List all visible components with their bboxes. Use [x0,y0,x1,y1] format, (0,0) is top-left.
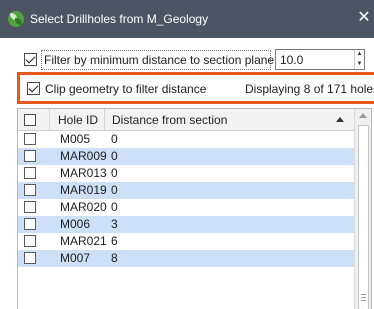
row-checkbox[interactable] [24,218,36,230]
table-row[interactable]: MAR020 0 [18,199,354,216]
distance-cell: 0 [111,132,118,146]
vertical-scrollbar[interactable] [354,109,371,309]
close-icon[interactable]: ✕ [356,9,372,27]
sort-ascending-icon [336,117,344,122]
hole-id-cell: MAR009 [60,149,107,163]
distance-cell: 0 [111,183,118,197]
hole-id-cell: M005 [60,132,91,146]
scroll-up-icon[interactable] [359,113,367,118]
row-checkbox[interactable] [24,252,36,264]
row-checkbox[interactable] [24,235,36,247]
hole-id-cell: MAR020 [60,200,107,214]
table-row[interactable]: MAR009 0 [18,148,354,165]
distance-cell: 8 [111,251,118,265]
distance-cell: 0 [111,149,118,163]
holes-count-status: Displaying 8 of 171 holes [245,82,374,96]
distance-cell: 6 [111,234,118,248]
table-row[interactable]: MAR021 6 [18,233,354,250]
app-icon [8,11,24,27]
row-checkbox[interactable] [24,201,36,213]
distance-cell: 3 [111,217,118,231]
spin-up-icon[interactable]: ▲ [355,50,364,59]
clip-geometry-label[interactable]: Clip geometry to filter distance [45,81,206,97]
select-all-checkbox[interactable] [24,114,36,126]
clip-geometry-checkbox[interactable] [27,82,40,95]
drillhole-table: Hole ID Distance from section M005 0 MAR… [17,108,372,309]
distance-cell: 0 [111,200,118,214]
table-row[interactable]: M007 8 [18,250,354,267]
filter-distance-checkbox[interactable] [24,53,37,66]
min-distance-value[interactable]: 10.0 [280,52,303,68]
window-title: Select Drillholes from M_Geology [30,12,209,26]
table-row[interactable]: MAR019 0 [18,182,354,199]
filter-distance-label[interactable]: Filter by minimum distance to section pl… [44,52,274,68]
table-header: Hole ID Distance from section [18,109,354,131]
scrollbar-thumb[interactable] [358,125,369,309]
row-checkbox[interactable] [24,184,36,196]
row-checkbox[interactable] [24,133,36,145]
hole-id-cell: M006 [60,217,91,231]
spin-down-icon[interactable]: ▼ [355,60,364,69]
table-row[interactable]: M005 0 [18,131,354,148]
row-checkbox[interactable] [24,150,36,162]
distance-cell: 0 [111,166,118,180]
table-row[interactable]: MAR013 0 [18,165,354,182]
title-bar: Select Drillholes from M_Geology ✕ [0,0,374,38]
hole-id-cell: MAR019 [60,183,107,197]
column-header-distance[interactable]: Distance from section [112,109,227,131]
hole-id-cell: MAR021 [60,234,107,248]
row-checkbox[interactable] [24,167,36,179]
table-row[interactable]: M006 3 [18,216,354,233]
column-header-hole-id[interactable]: Hole ID [58,109,98,131]
min-distance-spinbox[interactable]: 10.0 ▲ ▼ [275,49,365,70]
hole-id-cell: M007 [60,251,91,265]
hole-id-cell: MAR013 [60,166,107,180]
